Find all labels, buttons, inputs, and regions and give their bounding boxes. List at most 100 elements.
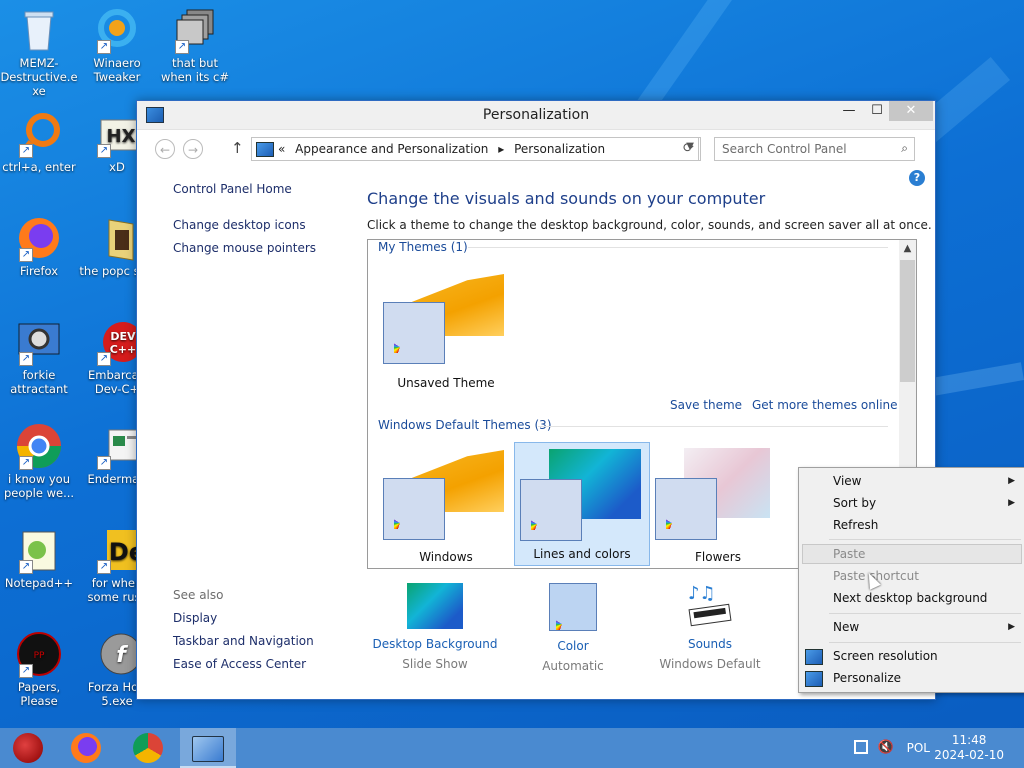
page-title: Change the visuals and sounds on your co… [367,189,766,208]
get-more-themes-link[interactable]: Get more themes online [752,398,898,412]
system-tray: 🔇 POL 11:48 2024-02-10 [824,728,1024,768]
color-palette-icon [383,302,445,364]
scroll-thumb[interactable] [900,260,915,382]
firefox-icon [71,733,101,763]
clock-date: 2024-02-10 [934,748,1004,762]
save-theme-link[interactable]: Save theme [670,398,742,412]
change-mouse-pointers-link[interactable]: Change mouse pointers [173,241,316,255]
color-setting[interactable]: Color Automatic [503,583,643,673]
shortcut-arrow-icon: ↗ [97,560,111,574]
sounds-setting[interactable]: ♪♫ Sounds Windows Default [640,583,780,671]
menu-separator [829,642,1021,643]
theme-windows[interactable]: Windows [378,444,514,568]
menu-item-paste[interactable]: Paste [833,547,865,561]
chrome-icon: ↗ [15,422,63,470]
breadcrumb-overflow[interactable]: « [278,142,285,156]
color-palette-icon [549,583,597,631]
clock[interactable]: 11:48 2024-02-10 [934,733,1004,763]
color-link[interactable]: Color [503,639,643,653]
network-icon[interactable] [854,740,868,754]
recycle-bin-icon [15,6,63,54]
desktop-icon-label: i know you people we... [3,472,75,500]
taskbar: 🔇 POL 11:48 2024-02-10 [0,728,1024,768]
control-panel-icon [256,142,274,157]
close-button[interactable]: ✕ [889,101,933,121]
menu-item-screen-resolution[interactable]: Screen resolution [833,649,938,663]
screen-resolution-icon [805,649,823,665]
desktop-icon-notepadpp[interactable]: ↗ Notepad++ [0,526,78,590]
svg-text:♪♫: ♪♫ [688,583,716,604]
desktop-background-link[interactable]: Desktop Background [365,637,505,651]
shortcut-arrow-icon: ↗ [175,40,189,54]
control-panel-home-link[interactable]: Control Panel Home [173,182,292,196]
chevron-right-icon: ▶ [1008,622,1015,632]
see-also-label: See also [173,588,224,602]
breadcrumb: « Appearance and Personalization ▸ Perso… [278,142,611,156]
scroll-up-icon[interactable]: ▲ [899,240,916,257]
menu-item-sort-by[interactable]: Sort by [833,496,876,510]
language-indicator[interactable]: POL [907,741,930,755]
theme-lines-and-colors[interactable]: Lines and colors [514,442,650,566]
desktop-icon-label: Notepad++ [4,576,74,590]
color-palette-icon [655,478,717,540]
minimize-button[interactable]: — [835,101,863,121]
shortcut-arrow-icon: ↗ [19,352,33,366]
de-icon: De ↗ [93,526,147,574]
theme-name: Flowers [695,550,741,564]
start-button[interactable] [0,728,56,768]
volume-muted-icon[interactable]: 🔇 [878,740,894,755]
desktop-icon-winaero[interactable]: ↗ Winaero Tweaker [78,6,156,84]
menu-item-personalize[interactable]: Personalize [833,671,901,685]
desktop-icon-forkie[interactable]: ↗ forkie attractant [0,318,78,396]
sounds-link[interactable]: Sounds [640,637,780,651]
display-link[interactable]: Display [173,611,217,625]
breadcrumb-personalization[interactable]: Personalization [514,142,605,156]
desktop-icon-label: Firefox [19,264,59,278]
menu-item-next-background[interactable]: Next desktop background [833,591,987,605]
menu-item-view[interactable]: View [833,474,861,488]
ease-of-access-link[interactable]: Ease of Access Center [173,657,306,671]
taskbar-control-panel[interactable] [180,728,236,768]
title-bar[interactable]: Personalization — ☐ ✕ [137,101,935,130]
theme-unsaved[interactable]: Unsaved Theme [378,270,514,394]
change-desktop-icons-link[interactable]: Change desktop icons [173,218,306,232]
winaero-icon: ↗ [93,6,141,54]
search-input[interactable]: Search Control Panel ⌕ [714,137,915,161]
window-title: Personalization [482,107,590,123]
desktop-icon-that-but[interactable]: ↗ that but when its c# [156,6,234,84]
help-icon[interactable]: ? [909,170,925,186]
taskbar-chrome[interactable] [120,728,176,768]
sounds-value: Windows Default [659,657,761,671]
notepadpp-icon: ↗ [15,526,63,574]
up-arrow-icon[interactable]: ↑ [231,139,244,157]
address-field[interactable]: « Appearance and Personalization ▸ Perso… [251,137,699,161]
taskbar-navigation-link[interactable]: Taskbar and Navigation [173,634,314,648]
menu-item-refresh[interactable]: Refresh [833,518,878,532]
desktop[interactable]: MEMZ-Destructive.exe ↗ ctrl+a, enter ↗ F… [0,0,1024,728]
search-icon[interactable]: ⌕ [901,141,908,156]
desktop-icon-firefox[interactable]: ↗ Firefox [0,214,78,278]
shortcut-arrow-icon: ↗ [97,144,111,158]
folder-icon [93,214,141,262]
address-bar: ← → ↑ « Appearance and Personalization ▸… [137,137,935,163]
clock-time: 11:48 [951,733,987,747]
color-value: Automatic [542,659,604,673]
shortcut-arrow-icon: ↗ [19,560,33,574]
svg-text:PP: PP [34,651,45,661]
shortcut-arrow-icon: ↗ [97,456,111,470]
theme-flowers[interactable]: Flowers [650,444,786,568]
breadcrumb-appearance[interactable]: Appearance and Personalization [295,142,488,156]
breadcrumb-separator-icon[interactable]: ▸ [498,142,504,156]
desktop-icon-papers[interactable]: PP ↗ Papers, Please [0,630,78,708]
back-icon[interactable]: ← [155,139,175,159]
desktop-icon-chrome[interactable]: ↗ i know you people we... [0,422,78,500]
forward-icon[interactable]: → [183,139,203,159]
menu-item-new[interactable]: New [833,620,859,634]
refresh-icon[interactable]: ⟳ [677,137,701,161]
desktop-background-setting[interactable]: Desktop Background Slide Show [365,583,505,671]
taskbar-firefox[interactable] [58,728,114,768]
desktop-icon-ctrl-a-enter[interactable]: ↗ ctrl+a, enter [0,110,78,174]
my-themes-header: My Themes (1) [378,240,468,254]
desktop-icon-memz[interactable]: MEMZ-Destructive.exe [0,6,78,98]
maximize-button[interactable]: ☐ [863,101,891,121]
